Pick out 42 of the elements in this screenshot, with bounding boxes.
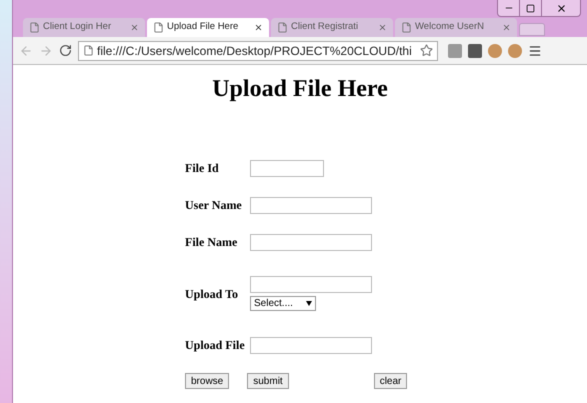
maximize-icon	[526, 4, 535, 12]
input-field[interactable]	[250, 276, 372, 293]
tab-title: Client Login Her	[43, 20, 112, 34]
field-label: User Name	[185, 197, 243, 214]
browser-tab[interactable]: Client Registrati	[271, 18, 393, 37]
form-button[interactable]: submit	[247, 373, 289, 389]
back-icon[interactable]	[19, 44, 33, 58]
forward-icon[interactable]	[39, 44, 53, 58]
input-field[interactable]	[250, 160, 324, 176]
input-field[interactable]	[250, 234, 372, 250]
field-label: File Id	[185, 160, 220, 177]
close-icon	[556, 2, 566, 14]
page-icon	[401, 22, 412, 33]
browser-tab[interactable]: Upload File Here	[147, 18, 269, 37]
input-field[interactable]	[250, 196, 372, 214]
tab-title: Client Registrati	[291, 20, 360, 34]
page-heading: Upload File Here	[212, 75, 388, 104]
page-icon	[83, 45, 94, 56]
new-tab-button[interactable]	[519, 23, 545, 36]
caret-icon	[306, 301, 312, 306]
reload-icon[interactable]	[59, 44, 72, 57]
menu-icon[interactable]	[528, 44, 542, 58]
close-icon[interactable]	[254, 23, 263, 32]
url-text: file:///C:/Users/welcome/Desktop/PROJECT%20CLOUD/thi	[97, 42, 413, 60]
select-dropdown[interactable]: Select....	[250, 296, 316, 311]
select-value: Select....	[254, 297, 293, 311]
tab-title: Upload File Here	[167, 20, 240, 34]
browser-tab[interactable]: Client Login Her	[23, 18, 145, 37]
tab-title: Welcome UserN	[415, 20, 485, 34]
extension-icon[interactable]	[468, 44, 482, 58]
star-icon[interactable]	[420, 44, 433, 57]
form-button[interactable]: browse	[185, 373, 230, 389]
field-label: Upload To	[185, 286, 240, 302]
page-icon	[29, 22, 40, 33]
page-icon	[277, 22, 288, 33]
input-field[interactable]	[250, 336, 372, 354]
browser-tab[interactable]: Welcome UserN	[395, 18, 517, 37]
address-bar[interactable]: file:///C:/Users/welcome/Desktop/PROJECT%20CLOUD/thi	[78, 40, 438, 60]
field-label: File Name	[185, 234, 238, 251]
form-button[interactable]: clear	[374, 373, 408, 389]
field-label: Upload File	[185, 337, 246, 354]
page-icon	[153, 22, 164, 33]
